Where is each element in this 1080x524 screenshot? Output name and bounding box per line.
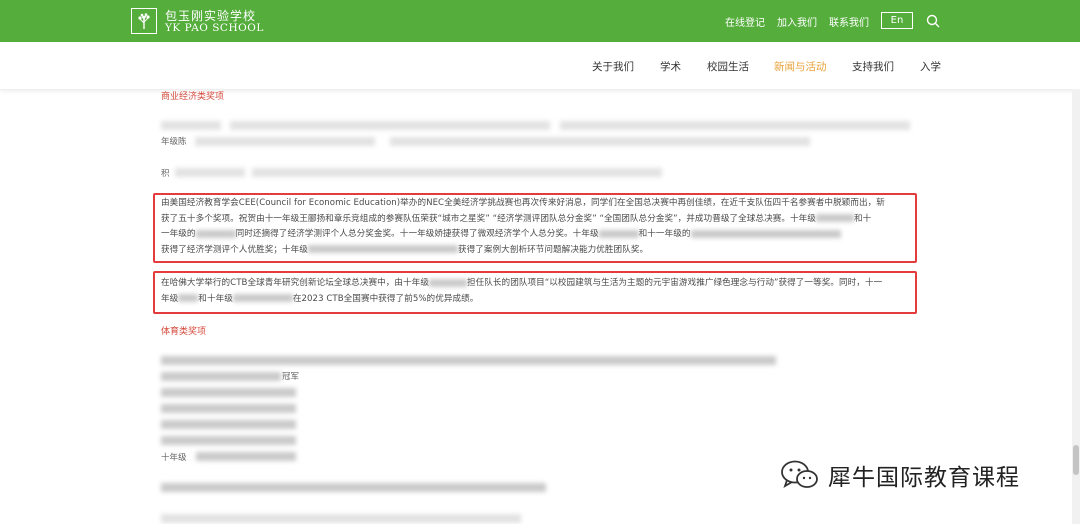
text-fragment: 积 <box>161 169 170 179</box>
nav-academics[interactable]: 学术 <box>660 59 681 74</box>
para-line: 获得了经济学测评个人优胜奖；十年级 获得了案例大剖析环节问题解决能力优胜团队奖。 <box>161 244 649 255</box>
redacted-name <box>195 229 236 238</box>
redacted-name <box>598 229 639 238</box>
redacted-text <box>161 388 296 397</box>
redacted-name <box>690 229 841 238</box>
nav-join-us[interactable]: 加入我们 <box>777 14 817 29</box>
main-navigation: 关于我们 学术 校园生活 新闻与活动 支持我们 入学 <box>0 42 1080 90</box>
redacted-text <box>195 137 375 146</box>
redacted-name <box>428 278 467 287</box>
redacted-text <box>161 436 296 445</box>
scrollbar-thumb[interactable] <box>1073 445 1079 475</box>
nav-contact-us[interactable]: 联系我们 <box>829 14 869 29</box>
redacted-name <box>178 294 199 302</box>
nav-online-register[interactable]: 在线登记 <box>725 14 765 29</box>
para-line: 一年级的 同时还摘得了经济学测评个人总分奖金奖。十一年级娇捷获得了微观经济学个人总… <box>161 227 913 243</box>
redacted-text <box>161 404 296 413</box>
logo-english-name[interactable]: YK PAO SCHOOL <box>165 22 264 34</box>
redacted-name <box>307 245 458 253</box>
language-toggle-button[interactable]: En <box>881 12 913 29</box>
text-fragment: 冠军 <box>282 372 300 382</box>
para-line: 在哈佛大学举行的CTB全球青年研究创新论坛全球总决赛中，由十年级 担任队长的团队项… <box>161 278 883 288</box>
text-fragment: 十年级 <box>161 453 187 463</box>
para-line: 获了五十多个奖项。祝贺由十一年级王郦扬和章乐竞组成的参赛队伍荣获“城市之星奖” … <box>161 213 872 224</box>
redacted-text <box>161 483 546 492</box>
redacted-text <box>560 121 910 130</box>
redacted-text <box>161 121 221 130</box>
redacted-text <box>390 137 810 146</box>
paragraph-ctb-award: 在哈佛大学举行的CTB全球青年研究创新论坛全球总决赛中，由十年级 担任队长的团队项… <box>161 276 913 307</box>
text-fragment: 年级陈 <box>161 137 187 147</box>
wechat-icon <box>781 460 818 488</box>
redacted-name <box>815 214 854 222</box>
para-line: 年级 和十年级 在2023 CTB全国赛中获得了前5%的优异成绩。 <box>161 293 479 304</box>
redacted-text <box>175 168 245 177</box>
section-title-sports: 体育类奖项 <box>161 327 207 337</box>
redacted-text <box>161 356 776 365</box>
paragraph-nec-award: 由美国经济教育学会CEE(Council for Economic Educat… <box>161 196 913 258</box>
para-line: 由美国经济教育学会CEE(Council for Economic Educat… <box>161 198 885 208</box>
nav-campus-life[interactable]: 校园生活 <box>707 59 749 74</box>
redacted-text <box>252 168 662 177</box>
redacted-text <box>230 121 550 130</box>
watermark: 犀牛国际教育课程 <box>780 458 1020 492</box>
tree-logo-icon <box>138 13 150 29</box>
top-header-bar: 包玉刚实验学校 YK PAO SCHOOL 在线登记 加入我们 联系我们 En <box>0 0 1080 42</box>
nav-admissions[interactable]: 入学 <box>920 59 941 74</box>
redacted-text <box>161 372 281 381</box>
redacted-text <box>161 420 296 429</box>
search-icon[interactable] <box>926 14 940 28</box>
redacted-text <box>161 514 521 523</box>
section-title-economics: 商业经济类奖项 <box>161 92 225 102</box>
watermark-text: 犀牛国际教育课程 <box>828 465 1020 491</box>
nav-support-us[interactable]: 支持我们 <box>852 59 894 74</box>
redacted-name <box>232 294 293 302</box>
nav-news-events[interactable]: 新闻与活动 <box>774 59 827 74</box>
nav-about-us[interactable]: 关于我们 <box>592 59 634 74</box>
school-logo[interactable] <box>131 8 157 34</box>
redacted-text <box>196 452 296 461</box>
